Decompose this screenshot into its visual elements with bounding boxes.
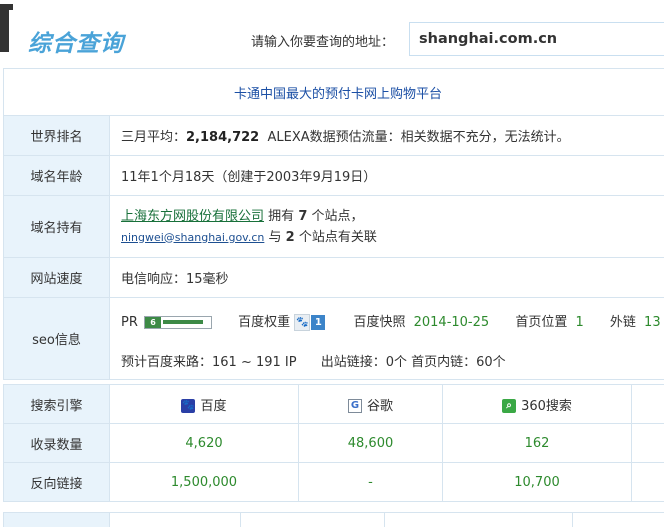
next-table-edge xyxy=(3,512,664,526)
rank-value-cell: 三月平均：2,184,722 ALEXA数据预估流量：相关数据不充分，无法统计。 xyxy=(110,116,664,156)
owner-email-link[interactable]: ningwei@shanghai.gov.cn xyxy=(121,231,264,244)
bd-weight-label: 百度权重 xyxy=(238,315,290,330)
owner-company-link[interactable]: 上海东方网股份有限公司 xyxy=(121,209,264,224)
home-pos-value: 1 xyxy=(575,315,583,330)
seo-line-1: PR 6 百度权重 🐾1 百度快照 2014-10-25 首页位置 1 外链 1… xyxy=(121,311,661,331)
backlinks-baidu: 1,500,000 xyxy=(110,463,299,502)
indexed-google: 48,600 xyxy=(299,424,443,463)
owner-related-count: 2 xyxy=(286,230,295,245)
pr-rank-bar: 6 xyxy=(144,316,212,329)
bracket-decoration xyxy=(0,4,9,52)
owner-site-count: 7 xyxy=(298,209,307,224)
pr-label: PR xyxy=(121,315,138,330)
seo-line-2: 预计百度来路：161 ~ 191 IP 出站链接：0个 首页内链：60个 xyxy=(121,351,506,370)
age-value: 11年1个月18天（创建于2003年9月19日） xyxy=(110,156,664,196)
seo-cell: PR 6 百度权重 🐾1 百度快照 2014-10-25 首页位置 1 外链 1… xyxy=(110,298,664,380)
backlinks-360: 10,700 xyxy=(443,463,632,502)
speed-label: 网站速度 xyxy=(4,258,110,298)
engine-360: ⌕ 360搜索 xyxy=(443,385,632,424)
engine-name: 百度 xyxy=(200,399,226,414)
indexed-label: 收录数量 xyxy=(4,424,110,463)
360-search-icon: ⌕ xyxy=(502,399,516,413)
speed-value: 电信响应：15毫秒 xyxy=(110,258,664,298)
home-pos-label: 首页位置 xyxy=(515,315,567,330)
rank-label: 世界排名 xyxy=(4,116,110,156)
baidu-paw-icon: 🐾 xyxy=(294,314,310,331)
header: 综合查询 请输入你要查询的地址： xyxy=(0,0,664,68)
engine-baidu: 🐾 百度 xyxy=(110,385,299,424)
indexed-360: 162 xyxy=(443,424,632,463)
owner-sites-suffix: 个站点， xyxy=(312,209,364,224)
engine-extra xyxy=(632,385,664,424)
site-slogan: 卡通中国最大的预付卡网上购物平台 xyxy=(4,69,664,116)
engine-name: 360搜索 xyxy=(521,399,572,414)
engines-header-label: 搜索引擎 xyxy=(4,385,110,424)
traffic-line: 预计百度来路：161 ~ 191 IP xyxy=(121,355,297,370)
pr-bar-fill xyxy=(163,320,203,324)
bd-weight-value: 1 xyxy=(311,315,325,330)
google-g-icon: G xyxy=(348,399,362,413)
owner-related-suffix: 个站点有关联 xyxy=(299,230,377,245)
owner-with: 与 xyxy=(269,230,282,245)
outlinks-label: 外链 xyxy=(610,315,636,330)
indexed-extra xyxy=(632,424,664,463)
pr-value: 6 xyxy=(145,317,161,328)
indexed-baidu: 4,620 xyxy=(110,424,299,463)
owner-has: 拥有 xyxy=(268,209,294,224)
owner-label: 域名持有 xyxy=(4,196,110,258)
bd-snapshot-value: 2014-10-25 xyxy=(414,315,490,330)
engine-google: G 谷歌 xyxy=(299,385,443,424)
search-input[interactable] xyxy=(409,22,664,56)
owner-cell: 上海东方网股份有限公司 拥有 7 个站点， ningwei@shanghai.g… xyxy=(110,196,664,258)
rank-prefix: 三月平均： xyxy=(121,130,186,145)
info-table: 卡通中国最大的预付卡网上购物平台 世界排名 三月平均：2,184,722 ALE… xyxy=(3,68,664,380)
bd-snapshot-label: 百度快照 xyxy=(353,315,405,330)
engine-name: 谷歌 xyxy=(367,399,393,414)
outlinks-value: 13 xyxy=(644,315,661,330)
backlinks-label: 反向链接 xyxy=(4,463,110,502)
backlinks-extra xyxy=(632,463,664,502)
rank-value: 2,184,722 xyxy=(186,130,259,145)
seo-label: seo信息 xyxy=(4,298,110,380)
rank-suffix: ALEXA数据预估流量：相关数据不充分，无法统计。 xyxy=(267,130,569,145)
engines-table: 搜索引擎 🐾 百度 G 谷歌 ⌕ 360搜索 收录数量 4,620 48,600 16… xyxy=(3,384,664,502)
age-label: 域名年龄 xyxy=(4,156,110,196)
baidu-paw-icon: 🐾 xyxy=(181,399,195,413)
search-label: 请输入你要查询的地址： xyxy=(251,31,394,50)
page-title: 综合查询 xyxy=(28,24,124,58)
backlinks-google: - xyxy=(299,463,443,502)
outbound-line: 出站链接：0个 首页内链：60个 xyxy=(321,355,506,370)
